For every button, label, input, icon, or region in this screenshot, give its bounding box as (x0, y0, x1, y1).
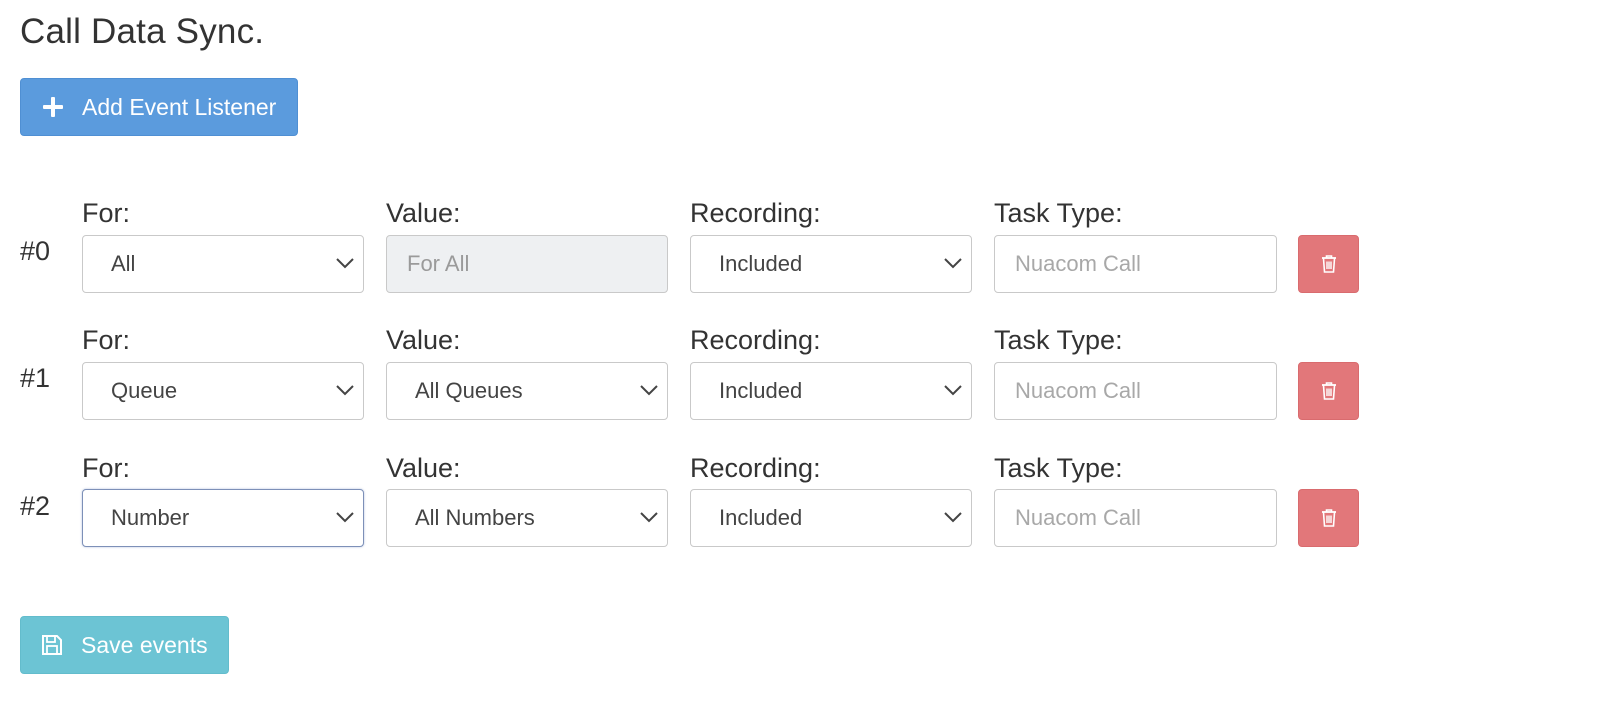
value-field: For All (386, 235, 668, 293)
for-select[interactable]: Queue (82, 362, 364, 420)
for-select[interactable]: Number (82, 489, 364, 547)
value-select[interactable]: All Queues (386, 362, 668, 420)
for-label: For: (82, 325, 131, 355)
recording-select[interactable]: Included (690, 362, 972, 420)
recording-label: Recording: (690, 198, 821, 228)
trash-icon (1320, 254, 1338, 274)
plus-icon (43, 97, 63, 117)
task-type-input[interactable] (994, 362, 1277, 420)
task-type-label: Task Type: (994, 453, 1123, 483)
recording-select-value: Included (719, 251, 803, 276)
for-select-value: Queue (111, 378, 178, 403)
for-label: For: (82, 198, 131, 228)
value-label: Value: (386, 198, 461, 228)
task-type-label: Task Type: (994, 198, 1123, 228)
delete-row-button[interactable] (1298, 235, 1359, 293)
trash-icon (1320, 508, 1338, 528)
chevron-down-icon (943, 383, 963, 397)
page: Call Data Sync. Add Event Listener #0 Fo… (0, 0, 1608, 728)
chevron-down-icon (335, 510, 355, 524)
row-index: #2 (20, 491, 51, 521)
add-event-listener-label: Add Event Listener (82, 93, 277, 120)
delete-row-button[interactable] (1298, 362, 1359, 420)
row-index: #1 (20, 363, 51, 393)
value-label: Value: (386, 453, 461, 483)
for-select-value: Number (111, 505, 190, 530)
task-type-input[interactable] (994, 235, 1277, 293)
value-label: Value: (386, 325, 461, 355)
for-select[interactable]: All (82, 235, 364, 293)
chevron-down-icon (943, 256, 963, 270)
task-type-label: Task Type: (994, 325, 1123, 355)
chevron-down-icon (335, 383, 355, 397)
recording-select-value: Included (719, 505, 803, 530)
trash-icon (1320, 381, 1338, 401)
save-events-label: Save events (81, 631, 208, 658)
for-select-value: All (111, 251, 136, 276)
value-select-value: All Queues (415, 378, 523, 403)
value-select[interactable]: All Numbers (386, 489, 668, 547)
row-index: #0 (20, 236, 51, 266)
floppy-disk-icon (41, 634, 63, 656)
chevron-down-icon (335, 256, 355, 270)
for-label: For: (82, 453, 131, 483)
value-field-text: For All (407, 251, 470, 276)
save-events-button[interactable]: Save events (20, 616, 229, 674)
chevron-down-icon (639, 383, 659, 397)
add-event-listener-button[interactable]: Add Event Listener (20, 78, 298, 136)
value-select-value: All Numbers (415, 505, 535, 530)
task-type-input[interactable] (994, 489, 1277, 547)
recording-select[interactable]: Included (690, 235, 972, 293)
delete-row-button[interactable] (1298, 489, 1359, 547)
chevron-down-icon (943, 510, 963, 524)
recording-select[interactable]: Included (690, 489, 972, 547)
recording-label: Recording: (690, 325, 821, 355)
page-title: Call Data Sync. (20, 12, 265, 51)
recording-select-value: Included (719, 378, 803, 403)
chevron-down-icon (639, 510, 659, 524)
recording-label: Recording: (690, 453, 821, 483)
